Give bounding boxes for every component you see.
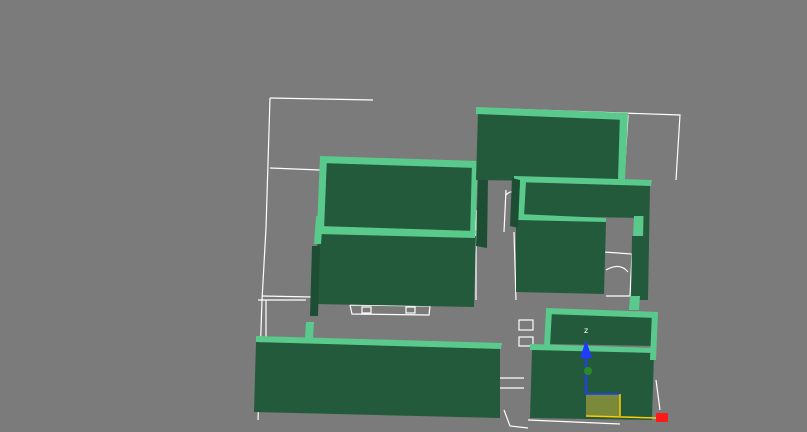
gizmo-arrow-x-icon[interactable]: [656, 413, 668, 422]
scene-canvas[interactable]: z: [0, 0, 807, 432]
room-b-walls[interactable]: [310, 216, 476, 316]
gizmo-axis-y-handle[interactable]: [584, 367, 592, 375]
gizmo-plane-handle[interactable]: [586, 394, 620, 416]
gizmo-z-label: z: [584, 326, 588, 335]
3d-viewport[interactable]: z: [0, 0, 807, 432]
room-c-walls[interactable]: [476, 107, 628, 182]
room-e-walls[interactable]: [254, 322, 502, 418]
